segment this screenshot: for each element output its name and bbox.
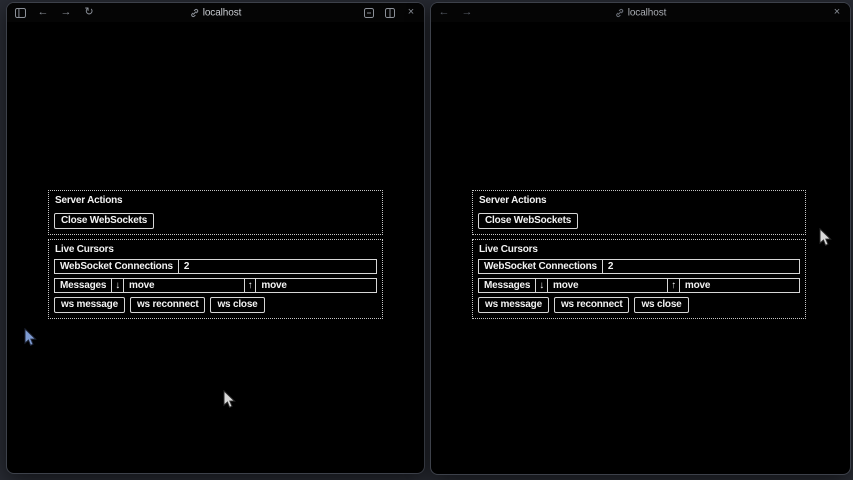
close-websockets-button[interactable]: Close WebSockets [478,213,578,229]
split-view-icon[interactable] [384,8,396,18]
back-icon[interactable]: ← [438,7,450,18]
outgoing-message-value: move [255,279,376,292]
reload-icon[interactable]: ↻ [83,7,95,18]
close-websockets-button[interactable]: Close WebSockets [54,213,154,229]
close-window-icon[interactable]: × [405,7,417,18]
forward-icon[interactable]: → [60,7,72,18]
incoming-arrow-icon: ↓ [111,279,123,292]
ws-close-button[interactable]: ws close [210,297,264,313]
messages-row: Messages ↓ move ↑ move [54,278,377,293]
url-bar[interactable]: localhost [615,7,667,18]
link-icon [190,8,199,17]
connections-value: 2 [178,260,376,273]
incoming-arrow-icon: ↓ [535,279,547,292]
server-actions-title: Server Actions [479,195,800,206]
connections-value: 2 [602,260,799,273]
messages-label: Messages [479,279,535,292]
browser-window-left: ← → ↻ localhost [6,2,425,474]
page-content-right: Server Actions Close WebSockets Live Cur… [472,190,806,319]
toolbar-actions-group: × [363,7,417,18]
link-icon [615,8,624,17]
forward-icon[interactable]: → [461,7,473,18]
ws-reconnect-button[interactable]: ws reconnect [554,297,630,313]
incoming-message-value: move [123,279,244,292]
live-cursors-panel: Live Cursors WebSocket Connections 2 Mes… [48,239,383,319]
back-icon[interactable]: ← [37,7,49,18]
websocket-connections-row: WebSocket Connections 2 [478,259,800,274]
browser-toolbar-left[interactable]: ← → ↻ localhost [7,3,424,22]
toolbar-actions-group: × [831,7,843,18]
toolbar-nav-group: ← → ↻ [14,7,95,18]
url-bar[interactable]: localhost [190,7,242,18]
ws-reconnect-button[interactable]: ws reconnect [130,297,206,313]
ws-close-button[interactable]: ws close [634,297,688,313]
page-content-left: Server Actions Close WebSockets Live Cur… [48,190,383,319]
connections-label: WebSocket Connections [479,260,602,273]
messages-row: Messages ↓ move ↑ move [478,278,800,293]
live-cursors-title: Live Cursors [55,244,377,255]
ws-message-button[interactable]: ws message [54,297,125,313]
ws-buttons-row: ws message ws reconnect ws close [54,297,377,313]
outgoing-arrow-icon: ↑ [244,279,256,292]
server-actions-title: Server Actions [55,195,377,206]
reader-view-icon[interactable] [363,8,375,18]
url-text: localhost [628,7,667,18]
incoming-message-value: move [547,279,667,292]
outgoing-arrow-icon: ↑ [667,279,679,292]
browser-window-right: ← → localhost × Server Actions Close Web… [430,2,851,475]
messages-label: Messages [55,279,111,292]
websocket-connections-row: WebSocket Connections 2 [54,259,377,274]
desktop: { "desktop": { "background": "#282b33" }… [0,0,853,480]
browser-toolbar-right[interactable]: ← → localhost × [431,3,850,22]
connections-label: WebSocket Connections [55,260,178,273]
ws-buttons-row: ws message ws reconnect ws close [478,297,800,313]
live-cursors-panel: Live Cursors WebSocket Connections 2 Mes… [472,239,806,319]
close-window-icon[interactable]: × [831,7,843,18]
toolbar-nav-group: ← → [438,7,473,18]
outgoing-message-value: move [679,279,799,292]
url-text: localhost [203,7,242,18]
server-actions-panel: Server Actions Close WebSockets [472,190,806,235]
live-cursors-title: Live Cursors [479,244,800,255]
ws-message-button[interactable]: ws message [478,297,549,313]
sidebar-toggle-icon[interactable] [14,8,26,18]
server-actions-panel: Server Actions Close WebSockets [48,190,383,235]
